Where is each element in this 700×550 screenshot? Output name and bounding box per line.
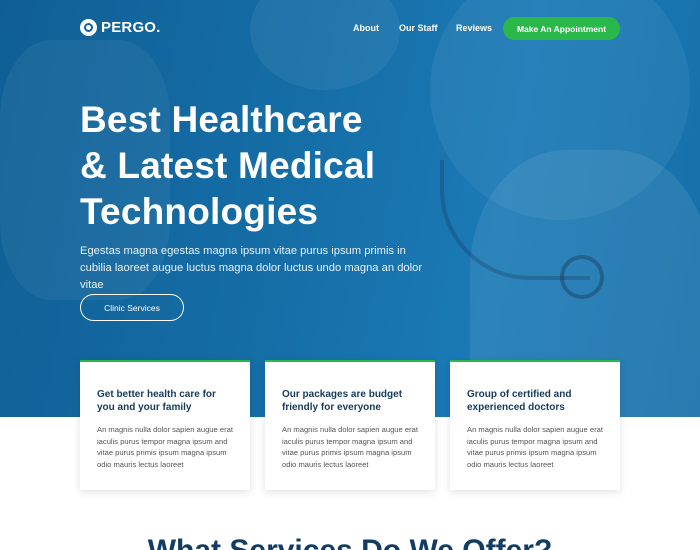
logo-icon (80, 19, 97, 36)
feature-card-title: Get better health care for you and your … (97, 389, 216, 413)
feature-card: Get better health care for you and your … (80, 360, 250, 490)
make-appointment-button[interactable]: Make An Appointment (503, 17, 620, 40)
feature-card: Group of certified and experienced docto… (450, 360, 620, 490)
hero-subtitle: Egestas magna egestas magna ipsum vitae … (80, 245, 423, 291)
hero-section: PERGO. About Our Staff Reviews Make An A… (0, 0, 700, 417)
hero-title-line: & Latest Medical (80, 145, 376, 186)
feature-card-text: An magnis nulla dolor sapien augue erat … (97, 425, 233, 470)
brand-logo[interactable]: PERGO. (80, 19, 161, 36)
feature-card: Our packages are budget friendly for eve… (265, 360, 435, 490)
hero-title: Best Healthcare & Latest Medical Technol… (80, 97, 480, 235)
brand-name: PERGO. (101, 19, 161, 36)
feature-card-text: An magnis nulla dolor sapien augue erat … (467, 425, 603, 470)
nav-link-about[interactable]: About (353, 23, 379, 33)
feature-card-title: Group of certified and experienced docto… (467, 389, 572, 413)
stethoscope-shape (560, 255, 604, 299)
services-section-title: What Services Do We Offer? (0, 534, 700, 550)
nav-link-our-staff[interactable]: Our Staff (399, 23, 438, 33)
clinic-services-button[interactable]: Clinic Services (80, 294, 184, 321)
nav-link-reviews[interactable]: Reviews (456, 23, 492, 33)
site-header: PERGO. About Our Staff Reviews Make An A… (0, 0, 700, 56)
hero-title-line: Best Healthcare (80, 99, 363, 140)
feature-card-text: An magnis nulla dolor sapien augue erat … (282, 425, 418, 470)
feature-card-title: Our packages are budget friendly for eve… (282, 389, 403, 413)
hero-title-line: Technologies (80, 191, 319, 232)
